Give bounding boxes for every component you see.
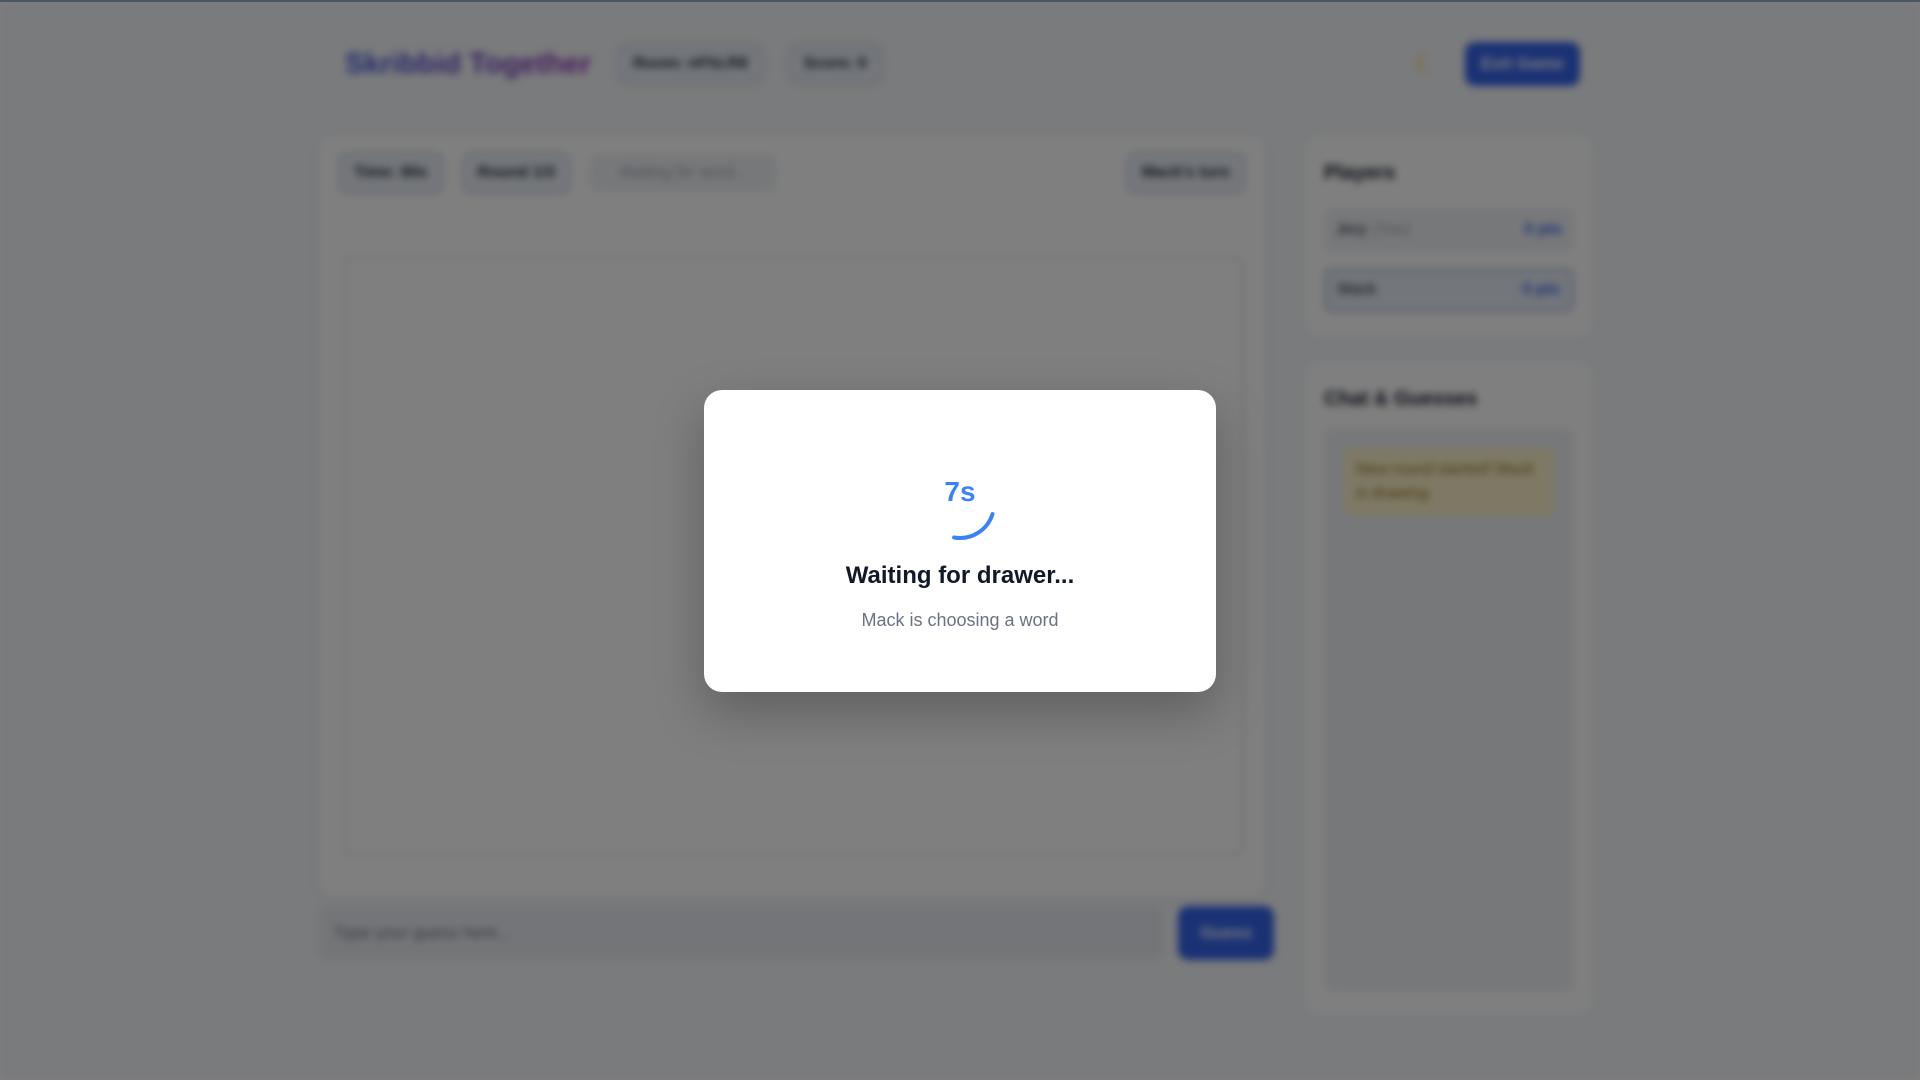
countdown-text: 7s	[944, 476, 976, 507]
window-top-border	[0, 0, 1920, 2]
waiting-dialog: 7s Waiting for drawer... Mack is choosin…	[704, 390, 1216, 692]
dialog-title: Waiting for drawer...	[845, 562, 1075, 589]
countdown-arc	[952, 512, 995, 540]
countdown-timer: 7s	[918, 462, 1002, 546]
dialog-subtitle: Mack is choosing a word	[861, 610, 1059, 630]
